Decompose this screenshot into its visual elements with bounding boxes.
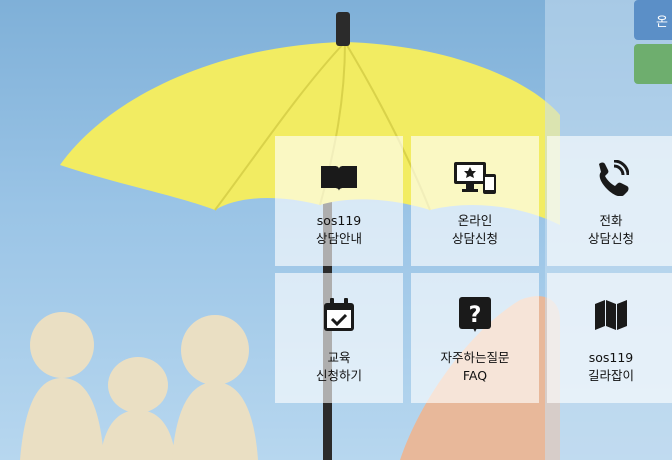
tile-label-line2: 상담안내 xyxy=(315,231,362,246)
hero-background: sos119 상담안내 온라인상담신청 전화상담신청 교육신청하기 ? 자주하는질… xyxy=(0,0,672,460)
tile-label-line1: sos119 xyxy=(588,350,634,365)
tile-label-line2: 신청하기 xyxy=(315,368,362,383)
tile-label-line1: sos119 xyxy=(316,213,362,228)
floating-button-second[interactable] xyxy=(634,44,672,84)
phone-call-icon xyxy=(593,158,629,198)
tile-label-line1: 전화 xyxy=(599,213,623,228)
tile-label-line1: 교육 xyxy=(327,350,351,365)
monitor-phone-icon xyxy=(452,158,498,198)
calendar-check-icon xyxy=(322,295,356,335)
map-icon xyxy=(594,295,628,335)
tile-label-line2: 상담신청 xyxy=(587,231,634,246)
question-icon: ? xyxy=(458,295,492,335)
tile-phone-consult[interactable]: 전화상담신청 xyxy=(547,136,672,266)
floating-button-top[interactable]: 온 xyxy=(634,0,672,40)
tile-faq[interactable]: ? 자주하는질문 FAQ xyxy=(411,273,539,403)
floating-button-top-label: 온 xyxy=(656,14,668,30)
tile-label-line1: 온라인 xyxy=(457,213,493,228)
tile-label-line1: 자주하는질문 xyxy=(440,350,510,365)
svg-text:?: ? xyxy=(469,303,482,328)
tile-label-line2: 길라잡이 xyxy=(587,368,634,383)
tile-label-line2: 상담신청 xyxy=(451,231,498,246)
tile-sos119-directions[interactable]: sos119 길라잡이 xyxy=(547,273,672,403)
book-icon xyxy=(319,158,359,198)
tile-sos119-guide[interactable]: sos119 상담안내 xyxy=(275,136,403,266)
tile-education-apply[interactable]: 교육신청하기 xyxy=(275,273,403,403)
tile-label-line2: FAQ xyxy=(462,368,488,383)
tile-online-consult[interactable]: 온라인상담신청 xyxy=(411,136,539,266)
